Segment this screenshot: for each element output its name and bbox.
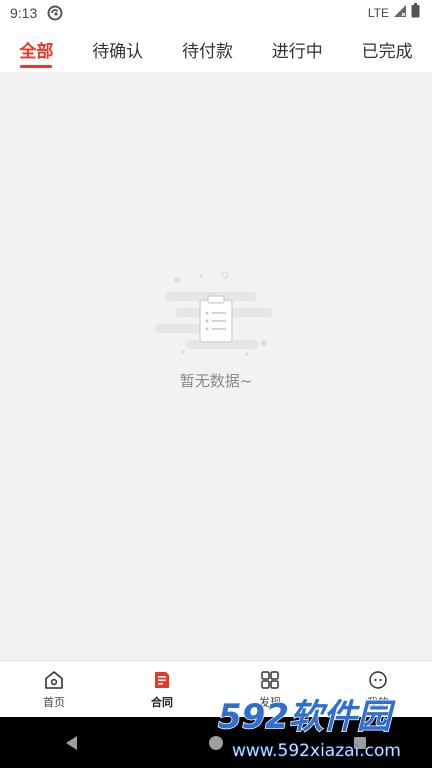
nav-home[interactable]: 首页 [14, 669, 94, 710]
home-icon [45, 671, 63, 689]
nav-discover[interactable]: 发现 [230, 669, 310, 710]
nav-label: 合同 [151, 696, 173, 709]
tab-in-progress[interactable]: 进行中 [266, 26, 329, 72]
tab-all[interactable]: 全部 [13, 26, 59, 72]
home-circle-icon [209, 735, 223, 750]
empty-state-text: 暂无数据~ [179, 372, 253, 390]
contract-icon [155, 672, 169, 688]
tab-label: 待付款 [181, 41, 233, 62]
grid-icon [261, 671, 279, 689]
recents-icon [354, 736, 366, 749]
network-type: LTE [367, 6, 389, 20]
status-time: 9:13 [10, 5, 38, 21]
tab-completed[interactable]: 已完成 [356, 26, 419, 72]
back-icon [66, 735, 77, 750]
smile-icon [369, 671, 387, 689]
clipboard-icon [155, 271, 273, 356]
nav-contract[interactable]: 合同 [122, 669, 202, 710]
empty-state: 暂无数据~ [0, 268, 432, 398]
nav-profile[interactable]: 我的 [338, 669, 418, 710]
status-bar: 9:13 LTE [0, 0, 432, 26]
active-tab-indicator [20, 65, 53, 68]
nav-label: 发现 [259, 696, 281, 709]
tab-label: 全部 [19, 41, 54, 62]
recents-button[interactable] [340, 723, 380, 763]
tab-pending-payment[interactable]: 待付款 [176, 26, 239, 72]
battery-icon [411, 3, 420, 23]
nav-label: 我的 [367, 696, 389, 709]
status-indicators: LTE [368, 3, 420, 23]
tab-label: 已完成 [361, 41, 413, 62]
home-button[interactable] [196, 723, 236, 763]
signal-icon [393, 4, 407, 23]
order-status-tabs: 全部 待确认 待付款 进行中 已完成 [0, 26, 432, 72]
nav-label: 首页 [43, 696, 65, 709]
tab-pending-confirmation[interactable]: 待确认 [86, 26, 149, 72]
back-button[interactable] [52, 723, 92, 763]
tab-label: 待确认 [92, 41, 144, 62]
tab-label: 进行中 [271, 41, 323, 62]
system-navigation-bar [0, 717, 432, 768]
bottom-navigation: 首页 合同 发现 我的 [0, 660, 432, 718]
sync-icon [47, 5, 63, 21]
